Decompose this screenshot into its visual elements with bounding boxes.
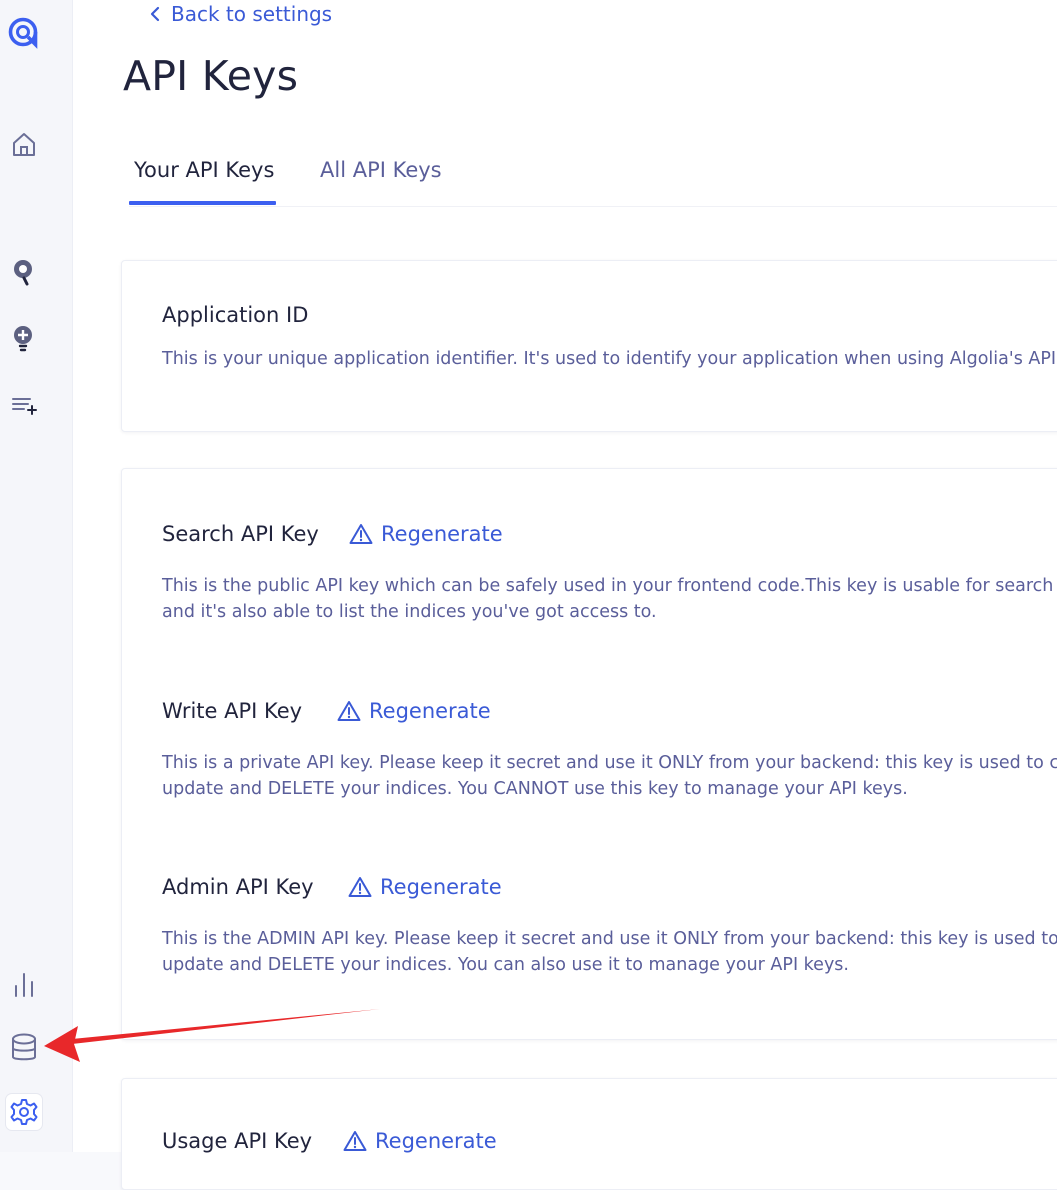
warning-icon	[343, 1131, 367, 1151]
list-add-icon[interactable]	[6, 386, 42, 422]
data-sources-icon[interactable]	[6, 1030, 42, 1066]
application-id-card: Application ID This is your unique appli…	[121, 260, 1057, 432]
search-key-regenerate-label: Regenerate	[381, 522, 503, 546]
admin-key-title: Admin API Key	[162, 875, 314, 899]
warning-icon	[348, 877, 372, 897]
write-key-regenerate-label: Regenerate	[369, 699, 491, 723]
sidebar	[0, 0, 73, 1152]
admin-key-regenerate-button[interactable]: Regenerate	[348, 875, 502, 899]
write-key-description-line2: update and DELETE your indices. You CANN…	[162, 779, 908, 799]
api-keys-card: Search API Key Regenerate This is the pu…	[121, 468, 1057, 1040]
usage-key-title: Usage API Key	[162, 1129, 313, 1153]
search-key-description-line2: and it's also able to list the indices y…	[162, 602, 657, 622]
write-key-regenerate-button[interactable]: Regenerate	[337, 699, 491, 723]
algolia-logo-icon[interactable]	[6, 14, 42, 50]
active-tab-indicator	[129, 201, 276, 205]
application-id-description: This is your unique application identifi…	[162, 349, 1057, 369]
admin-key-description-line1: This is the ADMIN API key. Please keep i…	[162, 929, 1057, 949]
search-icon[interactable]	[6, 254, 42, 290]
usage-key-regenerate-label: Regenerate	[375, 1129, 497, 1153]
search-key-description-line1: This is the public API key which can be …	[162, 576, 1057, 596]
main-content: Back to settings API Keys Your API Keys …	[73, 0, 1057, 1190]
back-to-settings-link[interactable]: Back to settings	[149, 2, 332, 26]
write-key-description-line1: This is a private API key. Please keep i…	[162, 753, 1057, 773]
admin-key-regenerate-label: Regenerate	[380, 875, 502, 899]
application-id-title: Application ID	[162, 303, 309, 327]
settings-icon[interactable]	[6, 1094, 42, 1130]
page-title: API Keys	[123, 52, 299, 100]
warning-icon	[349, 524, 373, 544]
search-key-regenerate-button[interactable]: Regenerate	[349, 522, 503, 546]
tab-your-api-keys[interactable]: Your API Keys	[134, 158, 274, 182]
search-key-title: Search API Key	[162, 522, 319, 546]
warning-icon	[337, 701, 361, 721]
admin-key-description-line2: update and DELETE your indices. You can …	[162, 955, 849, 975]
usage-key-regenerate-button[interactable]: Regenerate	[343, 1129, 497, 1153]
tab-all-api-keys[interactable]: All API Keys	[320, 158, 442, 182]
usage-key-card: Usage API Key Regenerate	[121, 1078, 1057, 1190]
tab-bar: Your API Keys All API Keys	[129, 150, 1057, 207]
analytics-icon[interactable]	[6, 966, 42, 1002]
write-key-title: Write API Key	[162, 699, 303, 723]
back-link-label: Back to settings	[171, 2, 333, 26]
chevron-left-icon	[150, 6, 160, 22]
home-icon[interactable]	[6, 126, 42, 162]
discovery-icon[interactable]	[6, 320, 42, 356]
